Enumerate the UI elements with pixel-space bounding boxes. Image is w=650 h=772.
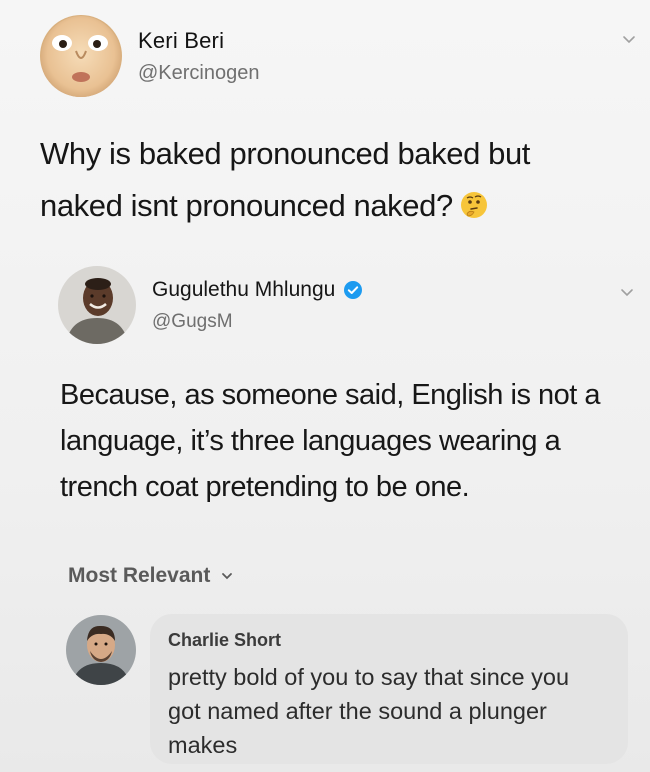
author-info: Gugulethu Mhlungu @GugsM — [152, 278, 363, 333]
thinking-face-icon — [460, 192, 487, 218]
tweet-text: Because, as someone said, English is not… — [60, 379, 601, 503]
avatar[interactable] — [58, 266, 136, 344]
person-avatar-icon — [66, 615, 136, 685]
tweet-text-body: Why is baked pronounced baked but naked … — [40, 136, 531, 223]
avatar[interactable] — [40, 15, 122, 97]
comment-bubble: Charlie Short pretty bold of you to say … — [150, 614, 628, 764]
author-name-row: Gugulethu Mhlungu — [152, 278, 363, 302]
author-name[interactable]: Keri Beri — [138, 28, 259, 54]
person-avatar-icon — [58, 266, 136, 344]
author-handle[interactable]: @Kercinogen — [138, 62, 259, 85]
comment-sort-label: Most Relevant — [68, 564, 211, 587]
comment-sort-dropdown[interactable]: Most Relevant — [68, 564, 234, 588]
chevron-down-icon[interactable] — [618, 283, 636, 301]
chevron-down-icon[interactable] — [620, 30, 638, 48]
verified-badge-icon — [344, 281, 363, 299]
chevron-down-icon — [222, 573, 233, 580]
author-name[interactable]: Gugulethu Mhlungu — [152, 278, 335, 302]
tweet-text: Why is baked pronounced baked but naked … — [40, 128, 620, 232]
author-info: Keri Beri @Kercinogen — [138, 28, 259, 85]
comment-author-name[interactable]: Charlie Short — [168, 630, 281, 651]
avatar[interactable] — [66, 615, 136, 685]
comment-text: pretty bold of you to say that since you… — [168, 664, 570, 758]
face-avatar-icon — [40, 15, 122, 97]
author-handle[interactable]: @GugsM — [152, 311, 363, 333]
